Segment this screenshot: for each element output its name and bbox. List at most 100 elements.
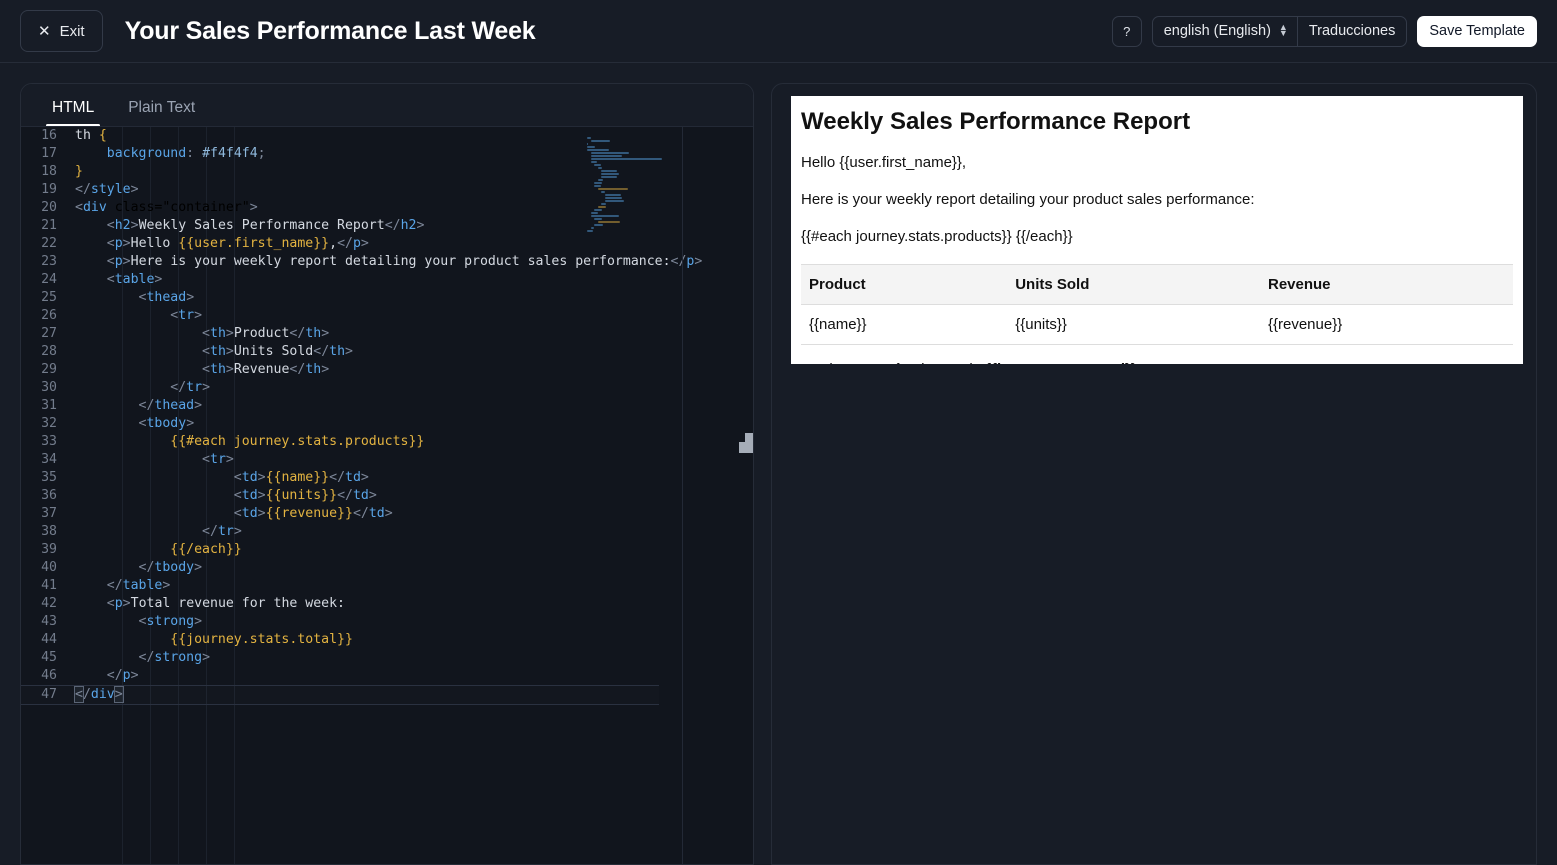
line-number: 32 [21, 415, 67, 433]
save-template-button[interactable]: Save Template [1417, 16, 1537, 47]
code-line-text: <th>Product</th> [67, 325, 329, 343]
language-select[interactable]: english (English) ▲▼ [1153, 17, 1298, 46]
code-line-text: th { [67, 127, 107, 145]
code-line[interactable]: 47</div> [21, 685, 659, 705]
close-icon: ✕ [38, 24, 51, 39]
code-line-text: <tbody> [67, 415, 194, 433]
email-preview-document: Weekly Sales Performance Report Hello {{… [791, 96, 1523, 364]
preview-panel: Weekly Sales Performance Report Hello {{… [771, 83, 1537, 865]
code-line-text: </tr> [67, 379, 210, 397]
line-number: 39 [21, 541, 67, 559]
preview-products-table: Product Units Sold Revenue {{name}} {{un… [801, 264, 1513, 345]
preview-total-line: Total revenue for the week: {{journey.st… [801, 357, 1513, 364]
preview-each-placeholder: {{#each journey.stats.products}} {{/each… [801, 228, 1513, 247]
line-number: 17 [21, 145, 67, 163]
tab-plain-text[interactable]: Plain Text [122, 99, 201, 126]
line-number: 41 [21, 577, 67, 595]
code-line-text: <td>{{revenue}}</td> [67, 505, 393, 523]
line-number: 21 [21, 217, 67, 235]
code-line-text: <tr> [67, 307, 202, 325]
code-line-text: <h2>Weekly Sales Performance Report</h2> [67, 217, 424, 235]
code-line-text: </tbody> [67, 559, 202, 577]
translations-button[interactable]: Traducciones [1298, 17, 1407, 46]
code-line-text: <strong> [67, 613, 202, 631]
code-line-text: background: #f4f4f4; [67, 145, 266, 163]
line-number: 37 [21, 505, 67, 523]
line-number: 18 [21, 163, 67, 181]
editor-scrollbar[interactable] [739, 127, 753, 865]
code-line-text: </table> [67, 577, 170, 595]
cell-product-name: {{name}} [801, 305, 1007, 345]
code-line-text: <thead> [67, 289, 194, 307]
line-number: 28 [21, 343, 67, 361]
column-header-product: Product [801, 265, 1007, 305]
line-number: 22 [21, 235, 67, 253]
line-number: 31 [21, 397, 67, 415]
preview-greeting: Hello {{user.first_name}}, [801, 154, 1513, 173]
preview-intro: Here is your weekly report detailing you… [801, 191, 1513, 210]
line-number: 20 [21, 199, 67, 217]
workspace: HTML Plain Text 16th {17 background: #f4… [0, 63, 1557, 865]
code-line-text: {{/each}} [67, 541, 242, 559]
preview-total-label: Total revenue for the week: [801, 361, 985, 364]
line-number: 34 [21, 451, 67, 469]
table-row: {{name}} {{units}} {{revenue}} [801, 305, 1513, 345]
line-number: 26 [21, 307, 67, 325]
code-line-text: </p> [67, 667, 139, 685]
line-number: 40 [21, 559, 67, 577]
preview-heading: Weekly Sales Performance Report [801, 108, 1513, 136]
line-number: 24 [21, 271, 67, 289]
language-translations-group: english (English) ▲▼ Traducciones [1152, 16, 1408, 47]
line-number: 30 [21, 379, 67, 397]
minimap-divider [682, 127, 683, 865]
code-line-text: <tr> [67, 451, 234, 469]
top-bar: ✕ Exit Your Sales Performance Last Week … [0, 0, 1557, 63]
code-editor[interactable]: 16th {17 background: #f4f4f4;18}19</styl… [21, 126, 753, 865]
exit-button[interactable]: ✕ Exit [20, 10, 103, 52]
code-line-text: <th>Units Sold</th> [67, 343, 353, 361]
editor-scrollbar-thumb[interactable] [739, 433, 753, 453]
language-select-value: english (English) [1164, 23, 1271, 39]
code-line-text: </div> [67, 686, 124, 704]
help-button[interactable]: ? [1112, 16, 1142, 47]
line-number: 29 [21, 361, 67, 379]
chevron-updown-icon: ▲▼ [1279, 25, 1288, 36]
top-bar-actions: ? english (English) ▲▼ Traducciones Save… [1112, 16, 1537, 47]
code-line-text: <td>{{name}}</td> [67, 469, 369, 487]
code-line-text: </strong> [67, 649, 210, 667]
code-line-text: } [67, 163, 83, 181]
line-number: 33 [21, 433, 67, 451]
code-line-text: <td>{{units}}</td> [67, 487, 377, 505]
code-line-text: <p>Total revenue for the week: [67, 595, 345, 613]
line-number: 46 [21, 667, 67, 685]
code-line-text: </thead> [67, 397, 202, 415]
editor-minimap[interactable] [587, 127, 671, 865]
code-line-text: {{journey.stats.total}} [67, 631, 353, 649]
line-number: 43 [21, 613, 67, 631]
line-number: 36 [21, 487, 67, 505]
page-title: Your Sales Performance Last Week [125, 17, 536, 46]
table-header-row: Product Units Sold Revenue [801, 265, 1513, 305]
tab-html[interactable]: HTML [46, 99, 100, 126]
line-number: 25 [21, 289, 67, 307]
line-number: 35 [21, 469, 67, 487]
preview-total-value: {{journey.stats.total}} [985, 361, 1136, 364]
line-number: 45 [21, 649, 67, 667]
column-header-revenue: Revenue [1260, 265, 1513, 305]
editor-panel: HTML Plain Text 16th {17 background: #f4… [20, 83, 754, 865]
minimap-line [587, 148, 671, 151]
code-line-text: <th>Revenue</th> [67, 361, 329, 379]
exit-button-label: Exit [60, 23, 85, 40]
line-number: 16 [21, 127, 67, 145]
editor-tabs: HTML Plain Text [21, 84, 753, 126]
line-number: 27 [21, 325, 67, 343]
code-line-text: <p>Hello {{user.first_name}},</p> [67, 235, 369, 253]
line-number: 44 [21, 631, 67, 649]
code-line-text: </tr> [67, 523, 242, 541]
column-header-units-sold: Units Sold [1007, 265, 1260, 305]
cell-units: {{units}} [1007, 305, 1260, 345]
line-number: 38 [21, 523, 67, 541]
code-line-text: <table> [67, 271, 162, 289]
line-number: 19 [21, 181, 67, 199]
line-number: 23 [21, 253, 67, 271]
